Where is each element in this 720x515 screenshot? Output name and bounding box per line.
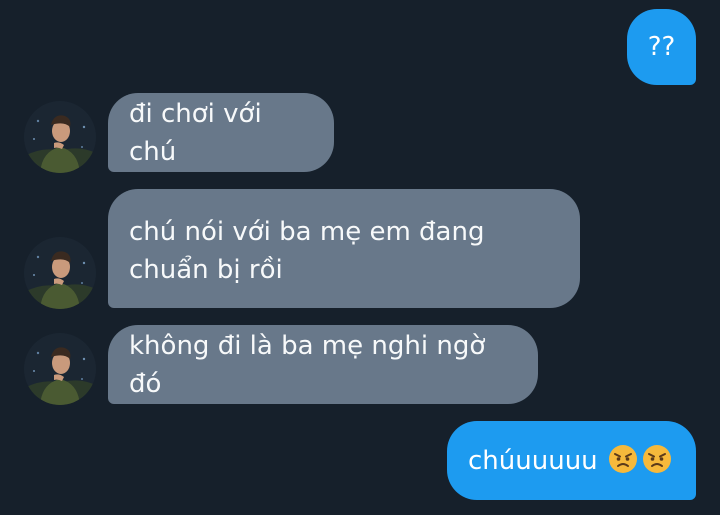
message-text: đi chơi với chú — [129, 98, 270, 167]
contact-avatar[interactable] — [24, 237, 96, 309]
contact-avatar[interactable] — [24, 333, 96, 405]
message-text: chú nói với ba mẹ em đang chuẩn bị rồi — [129, 217, 485, 285]
avatar-photo-icon — [24, 333, 96, 405]
incoming-message-bubble[interactable]: không đi là ba mẹ nghi ngờ đó — [108, 325, 538, 404]
outgoing-message-bubble[interactable]: ?? — [627, 9, 696, 85]
avatar-photo-icon — [24, 101, 96, 173]
angry-face-emoji-icon — [608, 444, 638, 474]
avatar-photo-icon — [24, 237, 96, 309]
message-text: ?? — [647, 32, 676, 62]
message-text: không đi là ba mẹ nghi ngờ đó — [129, 330, 494, 399]
outgoing-message-bubble[interactable]: chúuuuuu — [447, 421, 696, 500]
incoming-message-bubble[interactable]: đi chơi với chú — [108, 93, 334, 172]
incoming-message-bubble[interactable]: chú nói với ba mẹ em đang chuẩn bị rồi — [108, 189, 580, 308]
contact-avatar[interactable] — [24, 101, 96, 173]
angry-face-emoji-icon — [642, 444, 672, 474]
message-text: chúuuuuu — [468, 445, 598, 476]
